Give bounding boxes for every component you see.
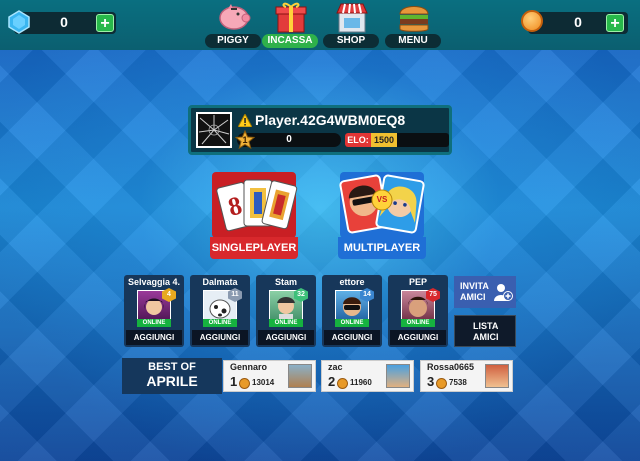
add-friend-button[interactable]: AGGIUNGI — [126, 330, 182, 345]
ranking-name: Gennaro — [230, 362, 268, 372]
ranking-card[interactable]: zac 2 11960 — [321, 360, 414, 392]
add-friend-button[interactable]: AGGIUNGI — [390, 330, 446, 345]
add-friend-button[interactable]: AGGIUNGI — [192, 330, 248, 345]
online-badge: ONLINE — [269, 319, 303, 327]
nav-piggy-label: PIGGY — [205, 34, 261, 48]
gift-icon — [275, 2, 307, 33]
coin-icon — [521, 10, 543, 32]
singleplayer-label: SINGLEPLAYER — [210, 237, 298, 259]
best-of-banner: BEST OF APRILE — [122, 358, 222, 394]
ranking-position: 3 — [427, 374, 435, 389]
coins-counter: 0 + — [528, 12, 628, 34]
player-name: Player.42G4WBM0EQ8 — [255, 112, 406, 128]
ranking-position: 1 — [230, 374, 238, 389]
playing-cards-icon: 8 — [212, 172, 298, 238]
friend-name: Selvaggia 4. — [127, 277, 181, 287]
piggy-bank-icon — [219, 4, 251, 30]
top-bar: 0 + 0 + PIGGY INCASSA SHOP MENU — [0, 0, 640, 50]
best-line1: BEST OF — [148, 361, 196, 373]
multiplayer-button[interactable]: VS MULTIPLAYER — [338, 170, 426, 260]
list-line2: AMICI — [473, 332, 499, 342]
player-avatar[interactable] — [196, 112, 232, 148]
ranking-score: 11960 — [350, 378, 372, 387]
friend-name: Stam — [274, 277, 297, 287]
coin-icon — [239, 378, 250, 389]
ranking-avatar — [288, 364, 312, 388]
nav-piggy-button[interactable]: PIGGY — [203, 1, 263, 49]
add-friend-button[interactable]: AGGIUNGI — [324, 330, 380, 345]
online-badge: ONLINE — [401, 319, 435, 327]
ranking-name: Rossa0665 — [427, 362, 475, 372]
shop-icon — [336, 3, 368, 33]
coin-icon — [436, 378, 447, 389]
add-gems-button[interactable]: + — [96, 14, 114, 32]
nav-shop-button[interactable]: SHOP — [321, 1, 381, 49]
add-coins-button[interactable]: + — [606, 14, 624, 32]
warning-icon[interactable] — [238, 114, 252, 127]
online-badge: ONLINE — [137, 319, 171, 327]
list-line1: LISTA — [473, 321, 499, 331]
friend-card: PEP 75 ONLINE AGGIUNGI — [388, 275, 448, 347]
friend-card: ettore 14 ONLINE AGGIUNGI — [322, 275, 382, 347]
friends-list-button[interactable]: LISTA AMICI — [454, 315, 516, 347]
ranking-score: 13014 — [252, 378, 275, 387]
burger-menu-icon — [399, 6, 429, 32]
friend-card: Dalmata 11 ONLINE AGGIUNGI — [190, 275, 250, 347]
friend-card: Stam 32 ONLINE AGGIUNGI — [256, 275, 316, 347]
friend-card: Selvaggia 4. 4 ONLINE AGGIUNGI — [124, 275, 184, 347]
coin-icon — [337, 378, 348, 389]
elo-value: 1500 — [371, 133, 397, 147]
friend-name: ettore — [339, 277, 365, 287]
vs-label: VS — [376, 195, 388, 204]
friend-name: Dalmata — [202, 277, 238, 287]
nav-incassa-label: INCASSA — [262, 34, 318, 48]
elo-label: ELO: — [345, 133, 371, 147]
singleplayer-button[interactable]: 8 SINGLEPLAYER — [210, 170, 298, 260]
nav-menu-button[interactable]: MENU — [383, 1, 443, 49]
gems-value: 0 — [60, 14, 68, 30]
elo-bar: ELO: 1500 — [345, 133, 449, 147]
friend-name: PEP — [408, 277, 427, 287]
gem-icon — [8, 10, 30, 34]
player-panel: Player.42G4WBM0EQ8 0 1 ELO: 1500 — [188, 105, 452, 155]
ranking-name: zac — [328, 362, 343, 372]
cracked-glass-icon — [198, 115, 230, 145]
invite-friends-button[interactable]: INVITA AMICI — [454, 276, 516, 308]
multiplayer-label: MULTIPLAYER — [338, 237, 426, 259]
versus-icon — [339, 172, 425, 238]
ranking-avatar — [386, 364, 410, 388]
ranking-card[interactable]: Gennaro 1 13014 — [223, 360, 316, 392]
nav-shop-label: SHOP — [323, 34, 379, 48]
online-badge: ONLINE — [335, 319, 369, 327]
add-user-icon — [494, 284, 513, 301]
player-level: 1 — [242, 135, 248, 145]
ranking-card[interactable]: Rossa0665 3 7538 — [420, 360, 513, 392]
ranking-position: 2 — [328, 374, 336, 389]
nav-menu-label: MENU — [385, 34, 441, 48]
nav-incassa-button[interactable]: INCASSA — [260, 1, 320, 49]
level-star-icon: 1 — [234, 129, 256, 150]
coins-value: 0 — [574, 14, 582, 30]
add-friend-button[interactable]: AGGIUNGI — [258, 330, 314, 345]
ranking-avatar — [485, 364, 509, 388]
best-line2: APRILE — [146, 373, 198, 389]
ranking-score: 7538 — [449, 378, 467, 387]
online-badge: ONLINE — [203, 319, 237, 327]
